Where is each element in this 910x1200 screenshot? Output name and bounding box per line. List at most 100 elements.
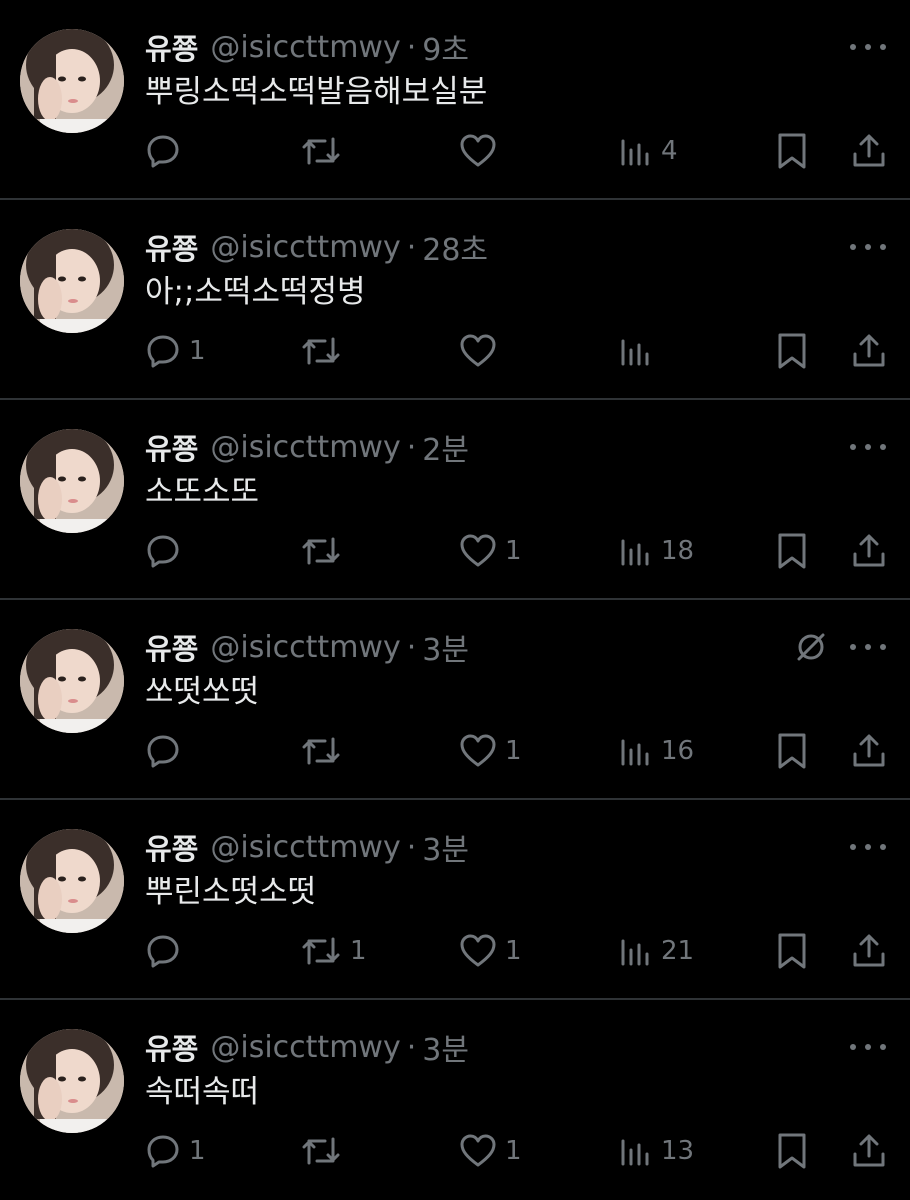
views-button[interactable]: 13 — [619, 1128, 694, 1174]
tweet[interactable]: 유쭁 @isiccttmwy · 2분 소또소또 1 18 — [0, 400, 910, 600]
share-button[interactable] — [850, 528, 888, 574]
reply-bubble-icon — [147, 335, 179, 368]
user-handle[interactable]: @isiccttmwy — [210, 430, 400, 465]
tweet[interactable]: 유쭁 @isiccttmwy · 28초 아;;소떡소떡정병 1 — [0, 200, 910, 400]
views-button[interactable]: 4 — [619, 128, 678, 174]
retweet-button[interactable] — [300, 128, 350, 174]
bookmark-button[interactable] — [774, 1128, 810, 1174]
views-bars-icon — [621, 939, 649, 966]
heart-icon — [460, 534, 496, 567]
tweet[interactable]: 유쭁 @isiccttmwy · 9초 뿌링소떡소떡발음해보실분 4 — [0, 0, 910, 200]
timestamp[interactable]: 9초 — [422, 25, 469, 69]
share-button[interactable] — [850, 128, 888, 174]
bookmark-button[interactable] — [774, 128, 810, 174]
reply-button[interactable] — [145, 928, 189, 974]
views-count: 18 — [661, 536, 695, 566]
more-dots-icon[interactable] — [850, 233, 886, 261]
views-bars-icon — [621, 739, 649, 766]
more-dots-icon[interactable] — [850, 833, 886, 861]
reply-button[interactable] — [145, 528, 189, 574]
like-button[interactable] — [459, 328, 505, 374]
display-name[interactable]: 유쭁 — [145, 226, 198, 268]
tweet-feed: 유쭁 @isiccttmwy · 9초 뿌링소떡소떡발음해보실분 4 유쭁 @i… — [0, 0, 910, 1200]
bookmark-button[interactable] — [774, 328, 810, 374]
like-button[interactable]: 1 — [459, 928, 522, 974]
reply-button[interactable]: 1 — [145, 1128, 206, 1174]
like-button[interactable]: 1 — [459, 728, 522, 774]
display-name[interactable]: 유쭁 — [145, 626, 198, 668]
reply-button[interactable] — [145, 728, 189, 774]
tweet[interactable]: 유쭁 @isiccttmwy · 3분 뿌린소떳소떳 1 1 21 — [0, 800, 910, 1000]
user-handle[interactable]: @isiccttmwy — [210, 30, 400, 65]
bookmark-button[interactable] — [774, 928, 810, 974]
views-bars-icon — [621, 1139, 649, 1166]
views-button[interactable]: 16 — [619, 728, 694, 774]
share-upload-icon — [853, 1134, 885, 1167]
retweet-icon — [302, 937, 340, 965]
views-count: 21 — [661, 936, 695, 966]
avatar[interactable] — [20, 429, 124, 533]
timestamp[interactable]: 28초 — [422, 225, 488, 269]
tweet[interactable]: 유쭁 @isiccttmwy · 3분 쏘떳쏘떳 1 16 — [0, 600, 910, 800]
tweet[interactable]: 유쭁 @isiccttmwy · 3분 속떠속떠 1 1 13 — [0, 1000, 910, 1200]
bookmark-button[interactable] — [774, 728, 810, 774]
like-button[interactable]: 1 — [459, 528, 522, 574]
display-name[interactable]: 유쭁 — [145, 426, 198, 468]
heart-icon — [460, 734, 496, 767]
timestamp[interactable]: 3분 — [422, 825, 469, 869]
display-name[interactable]: 유쭁 — [145, 826, 198, 868]
share-upload-icon — [853, 134, 885, 167]
more-dots-icon[interactable] — [850, 633, 886, 661]
more-dots-icon[interactable] — [850, 33, 886, 61]
more-dots-icon[interactable] — [850, 433, 886, 461]
timestamp[interactable]: 3분 — [422, 1025, 469, 1069]
bookmark-icon — [778, 533, 806, 569]
tweet-text: 뿌링소떡소떡발음해보실분 — [145, 74, 488, 110]
like-button[interactable] — [459, 128, 505, 174]
share-button[interactable] — [850, 928, 888, 974]
user-handle[interactable]: @isiccttmwy — [210, 630, 400, 665]
tweet-text: 뿌린소떳소떳 — [145, 874, 317, 910]
retweet-button[interactable] — [300, 728, 350, 774]
views-button[interactable] — [619, 328, 661, 374]
retweet-button[interactable] — [300, 1128, 350, 1174]
retweet-button[interactable]: 1 — [300, 928, 367, 974]
avatar[interactable] — [20, 29, 124, 133]
user-handle[interactable]: @isiccttmwy — [210, 830, 400, 865]
share-upload-icon — [853, 334, 885, 367]
avatar[interactable] — [20, 1029, 124, 1133]
share-upload-icon — [853, 734, 885, 767]
views-button[interactable]: 21 — [619, 928, 694, 974]
views-button[interactable]: 18 — [619, 528, 694, 574]
avatar[interactable] — [20, 629, 124, 733]
bookmark-icon — [778, 133, 806, 169]
retweet-icon — [302, 737, 340, 765]
avatar[interactable] — [20, 229, 124, 333]
retweet-icon — [302, 137, 340, 165]
reply-button[interactable] — [145, 128, 189, 174]
display-name[interactable]: 유쭁 — [145, 1026, 198, 1068]
retweet-button[interactable] — [300, 528, 350, 574]
bookmark-button[interactable] — [774, 528, 810, 574]
heart-icon — [460, 1134, 496, 1167]
user-handle[interactable]: @isiccttmwy — [210, 1030, 400, 1065]
separator: · — [406, 1029, 417, 1065]
share-button[interactable] — [850, 728, 888, 774]
retweet-icon — [302, 337, 340, 365]
share-button[interactable] — [850, 328, 888, 374]
avatar-photo — [20, 229, 124, 333]
like-button[interactable]: 1 — [459, 1128, 522, 1174]
timestamp[interactable]: 3분 — [422, 625, 469, 669]
display-name[interactable]: 유쭁 — [145, 26, 198, 68]
separator: · — [406, 29, 417, 65]
reply-button[interactable]: 1 — [145, 328, 206, 374]
avatar-photo — [20, 429, 124, 533]
heart-icon — [460, 134, 496, 167]
more-dots-icon[interactable] — [850, 1033, 886, 1061]
tweet-header: 유쭁 @isiccttmwy · 3분 — [145, 625, 469, 669]
avatar[interactable] — [20, 829, 124, 933]
user-handle[interactable]: @isiccttmwy — [210, 230, 400, 265]
timestamp[interactable]: 2분 — [422, 425, 469, 469]
share-button[interactable] — [850, 1128, 888, 1174]
retweet-button[interactable] — [300, 328, 350, 374]
